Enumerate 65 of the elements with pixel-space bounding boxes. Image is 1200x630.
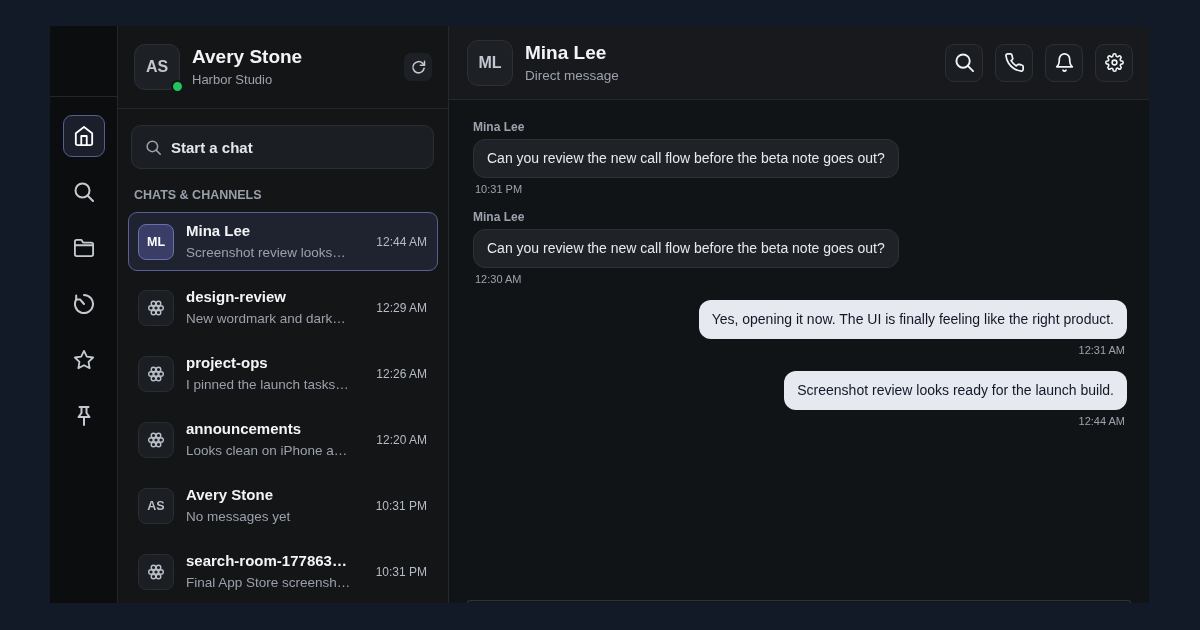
refresh-button[interactable] xyxy=(404,53,432,81)
dots-cluster-icon xyxy=(138,421,174,458)
message-bubble: Yes, opening it now. The UI is finally feeling like the right product. xyxy=(698,300,1127,339)
sender-name: Mina Lee xyxy=(473,210,525,224)
message-time: 10:31 PM xyxy=(475,183,523,196)
message-time: 12:31 AM xyxy=(1078,344,1125,357)
search-icon xyxy=(146,140,161,155)
call-button[interactable] xyxy=(995,43,1033,82)
home-icon xyxy=(73,126,94,146)
dots-cluster-icon xyxy=(138,355,174,392)
dots-cluster-icon xyxy=(138,289,174,326)
conversation-item[interactable]: AS Avery Stone No messages yet 10:31 PM xyxy=(128,476,438,535)
sender-name: Mina Lee xyxy=(473,120,525,134)
bell-icon xyxy=(1054,53,1074,72)
star-icon xyxy=(73,350,94,370)
profile-subtitle: Harbor Studio xyxy=(192,72,274,88)
message-time: 12:44 AM xyxy=(1078,415,1125,428)
search-icon xyxy=(954,53,974,72)
gear-icon xyxy=(1104,53,1124,72)
conversation-name: Mina Lee xyxy=(186,222,252,240)
folder-icon xyxy=(73,238,94,258)
conversation-name: announcements xyxy=(186,420,303,438)
nav-button[interactable] xyxy=(62,115,105,157)
conversation-item[interactable]: announcements Looks clean on iPhone a… 12:20 AM xyxy=(128,410,438,469)
conversation-name: search-room-177863… xyxy=(186,552,348,570)
conversation-name: project-ops xyxy=(186,354,269,372)
chat-title: Mina Lee xyxy=(525,41,608,64)
message-preview: New wordmark and dark… xyxy=(186,310,347,327)
conversation-item[interactable]: design-review New wordmark and dark… 12:29 AM xyxy=(128,278,438,337)
conversation-name: design-review xyxy=(186,288,288,306)
avatar: AS xyxy=(134,44,180,90)
avatar: ML xyxy=(138,223,174,260)
settings-button[interactable] xyxy=(1095,43,1133,82)
avatar: ML xyxy=(467,39,513,86)
message-preview: Looks clean on iPhone a… xyxy=(186,442,349,459)
message-preview: Final App Store screensh… xyxy=(186,574,352,591)
phone-icon xyxy=(1004,53,1024,72)
conversation-item[interactable]: search-room-177863… Final App Store screensh… 10:31 PM xyxy=(128,542,438,601)
message-bubble: Can you review the new call flow before the beta note goes out? xyxy=(473,139,899,178)
section-heading: CHATS & CHANNELS xyxy=(133,188,263,203)
timestamp: 10:31 PM xyxy=(375,498,427,513)
timestamp: 12:44 AM xyxy=(376,234,427,249)
timestamp: 12:26 AM xyxy=(376,366,427,381)
notifications-button[interactable] xyxy=(1045,43,1083,82)
profile-name: Avery Stone xyxy=(192,46,304,68)
conversation-item[interactable]: ML Mina Lee Screenshot review looks… 12:44 AM xyxy=(128,212,438,271)
conversation-name: Avery Stone xyxy=(186,486,274,504)
message-bubble: Screenshot review looks ready for the launch build. xyxy=(784,371,1127,410)
search-icon xyxy=(73,182,94,202)
search-button[interactable] xyxy=(945,43,983,82)
message-preview: I pinned the launch tasks… xyxy=(186,376,350,393)
timestamp: 12:29 AM xyxy=(376,300,427,315)
message-time: 12:30 AM xyxy=(475,273,522,286)
timestamp: 12:20 AM xyxy=(376,432,427,447)
message-preview: No messages yet xyxy=(186,508,292,525)
conversation-item[interactable]: project-ops I pinned the launch tasks… 12:26 AM xyxy=(128,344,438,403)
avatar: AS xyxy=(138,487,174,524)
history-icon xyxy=(73,294,94,314)
refresh-icon xyxy=(410,59,426,75)
chat-subtitle: Direct message xyxy=(525,67,620,84)
timestamp: 10:31 PM xyxy=(375,564,427,579)
message-bubble: Can you review the new call flow before the beta note goes out? xyxy=(473,229,899,268)
search-field[interactable]: Start a chat xyxy=(131,125,434,169)
message-preview: Screenshot review looks… xyxy=(186,244,347,261)
dots-cluster-icon xyxy=(138,553,174,590)
